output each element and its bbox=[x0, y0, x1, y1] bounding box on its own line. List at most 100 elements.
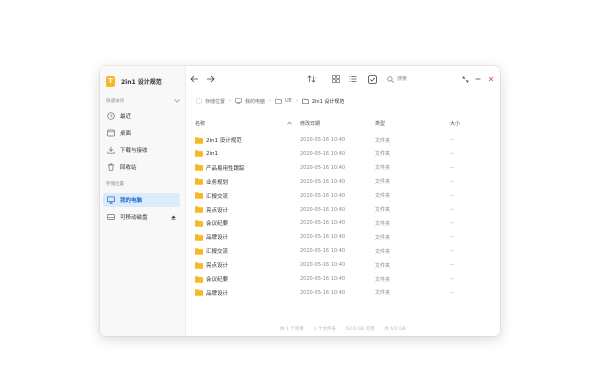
breadcrumb-item-current[interactable]: 2in1 设计规范 bbox=[302, 98, 345, 105]
status-bar: 共 1 个项目 1 个文件夹 63.6 GB 可用 共 1/2 GB bbox=[280, 325, 416, 333]
folder-icon bbox=[195, 220, 203, 227]
file-modified: 2020-05-16 10:40 bbox=[300, 248, 346, 255]
grid-view-button[interactable] bbox=[330, 73, 342, 85]
breadcrumb-item-ue[interactable]: UE bbox=[275, 98, 292, 104]
folder-icon bbox=[195, 150, 203, 158]
file-name: 亮点设计 bbox=[206, 207, 229, 214]
folder-outline-icon bbox=[302, 98, 309, 104]
file-type: 文件夹 bbox=[375, 151, 391, 158]
search-icon bbox=[387, 75, 394, 83]
column-header-type[interactable]: 类型 bbox=[375, 118, 385, 128]
computer-icon bbox=[235, 98, 242, 104]
file-modified: 2020-05-16 10:40 bbox=[300, 164, 346, 171]
file-name-cell: 业务规划 bbox=[195, 175, 228, 189]
back-button[interactable] bbox=[188, 73, 200, 85]
sidebar-item-recent[interactable]: 最近 bbox=[103, 109, 180, 123]
file-type: 文件夹 bbox=[375, 193, 391, 200]
file-row[interactable]: 会议纪要 2020-05-16 10:40 文件夹 -- bbox=[195, 216, 485, 230]
file-name: 会议纪要 bbox=[206, 277, 229, 283]
file-row[interactable]: 会议纪要 2020-05-16 10:40 文件夹 -- bbox=[195, 272, 485, 286]
file-size: -- bbox=[450, 289, 454, 296]
file-size: -- bbox=[450, 248, 454, 255]
file-name: 汇报交流 bbox=[206, 193, 229, 200]
drive-icon bbox=[106, 212, 116, 222]
folder-icon bbox=[195, 136, 203, 144]
close-icon bbox=[488, 76, 494, 82]
breadcrumb-item-my-computer[interactable]: 我的电脑 bbox=[235, 98, 265, 105]
sidebar: T 2in1 设计规范 快速访问 最近 桌面 下载与接收 回收站 存储位置 我的… bbox=[100, 66, 186, 336]
breadcrumb-label: 我的电脑 bbox=[245, 98, 266, 105]
minimize-button[interactable] bbox=[472, 73, 484, 85]
file-row[interactable]: 品牌设计 2020-05-16 10:40 文件夹 -- bbox=[195, 230, 485, 244]
status-item-count: 共 1 个项目 bbox=[280, 327, 304, 332]
close-button[interactable] bbox=[485, 73, 497, 85]
sidebar-item-removable-disk[interactable]: 可移动磁盘 bbox=[103, 210, 180, 224]
desktop-icon bbox=[106, 128, 116, 138]
file-name: 2in1 设计规范 bbox=[206, 138, 242, 144]
file-modified: 2020-05-16 10:40 bbox=[300, 206, 346, 213]
file-type: 文件夹 bbox=[375, 234, 391, 241]
file-size: -- bbox=[450, 137, 454, 143]
file-manager-window: T 2in1 设计规范 快速访问 最近 桌面 下载与接收 回收站 存储位置 我的… bbox=[100, 66, 500, 336]
search-box[interactable] bbox=[387, 73, 445, 85]
file-modified: 2020-05-16 10:40 bbox=[300, 178, 346, 185]
sort-arrow-up-icon[interactable] bbox=[285, 118, 293, 128]
sidebar-item-my-computer[interactable]: 我的电脑 bbox=[103, 193, 180, 207]
breadcrumb-item-storage[interactable]: 存储位置 bbox=[196, 98, 225, 105]
sort-button[interactable] bbox=[306, 73, 318, 85]
file-name-cell: 汇报交流 bbox=[195, 244, 228, 258]
arrow-right-icon bbox=[206, 75, 215, 83]
file-row[interactable]: 汇报交流 2020-05-16 10:40 文件夹 -- bbox=[195, 244, 485, 258]
list-icon bbox=[349, 76, 357, 82]
file-row[interactable]: 品牌设计 2020-05-16 10:40 文件夹 -- bbox=[195, 286, 485, 300]
restore-icon bbox=[462, 76, 468, 82]
search-input[interactable] bbox=[397, 76, 443, 82]
file-name-cell: 亮点设计 bbox=[195, 258, 228, 272]
app-title: 2in1 设计规范 bbox=[121, 78, 162, 86]
select-button[interactable] bbox=[366, 73, 378, 85]
app-logo: T bbox=[106, 75, 115, 87]
file-size: -- bbox=[450, 164, 454, 171]
file-type: 文件夹 bbox=[375, 179, 391, 186]
folder-icon bbox=[195, 247, 203, 255]
eject-icon[interactable] bbox=[170, 214, 176, 220]
file-row[interactable]: 汇报交流 2020-05-16 10:40 文件夹 -- bbox=[195, 189, 485, 203]
file-row[interactable]: 业务规划 2020-05-16 10:40 文件夹 -- bbox=[195, 175, 485, 189]
file-row[interactable]: 亮点设计 2020-05-16 10:40 文件夹 -- bbox=[195, 203, 485, 217]
file-size: -- bbox=[450, 276, 454, 282]
sidebar-item-label: 桌面 bbox=[120, 131, 132, 137]
forward-button[interactable] bbox=[204, 73, 216, 85]
file-type: 文件夹 bbox=[375, 276, 391, 283]
column-header-name[interactable]: 名称 bbox=[195, 118, 205, 128]
file-row[interactable]: 2in1 设计规范 2020-05-16 10:40 文件夹 -- bbox=[195, 133, 485, 147]
file-size: -- bbox=[450, 206, 454, 213]
column-header-modified[interactable]: 修改日期 bbox=[300, 118, 320, 128]
file-type: 文件夹 bbox=[375, 262, 391, 269]
folder-icon bbox=[195, 261, 203, 269]
file-row[interactable]: 产品易用性跟踪 2020-05-16 10:40 文件夹 -- bbox=[195, 161, 485, 175]
file-type: 文件夹 bbox=[375, 165, 391, 172]
sidebar-item-label: 最近 bbox=[120, 114, 132, 120]
breadcrumb-label: 存储位置 bbox=[205, 98, 226, 105]
column-header-size[interactable]: 大小 bbox=[450, 118, 460, 128]
breadcrumb-separator: › bbox=[229, 98, 232, 104]
list-view-button[interactable] bbox=[347, 73, 359, 85]
sidebar-item-downloads[interactable]: 下载与接收 bbox=[103, 143, 180, 157]
file-row[interactable]: 亮点设计 2020-05-16 10:40 文件夹 -- bbox=[195, 258, 485, 272]
file-size: -- bbox=[450, 234, 454, 241]
folder-icon bbox=[195, 233, 203, 241]
breadcrumb-separator: › bbox=[295, 98, 298, 104]
chevron-down-icon[interactable] bbox=[173, 98, 180, 105]
breadcrumb: 存储位置 › 我的电脑 › UE › 2in1 设计规范 bbox=[196, 96, 344, 106]
breadcrumb-label: 2in1 设计规范 bbox=[311, 98, 345, 105]
storage-header[interactable]: 存储位置 bbox=[106, 179, 180, 189]
file-name: 亮点设计 bbox=[206, 263, 229, 270]
sidebar-item-trash[interactable]: 回收站 bbox=[103, 160, 180, 174]
restore-button[interactable] bbox=[459, 73, 471, 85]
file-modified: 2020-05-16 10:40 bbox=[300, 137, 346, 143]
sidebar-item-desktop[interactable]: 桌面 bbox=[103, 126, 180, 140]
storage-label: 存储位置 bbox=[106, 182, 124, 187]
quick-access-header[interactable]: 快速访问 bbox=[106, 96, 180, 106]
file-name-cell: 品牌设计 bbox=[195, 286, 228, 300]
file-row[interactable]: 2in1 2020-05-16 10:40 文件夹 -- bbox=[195, 147, 485, 161]
